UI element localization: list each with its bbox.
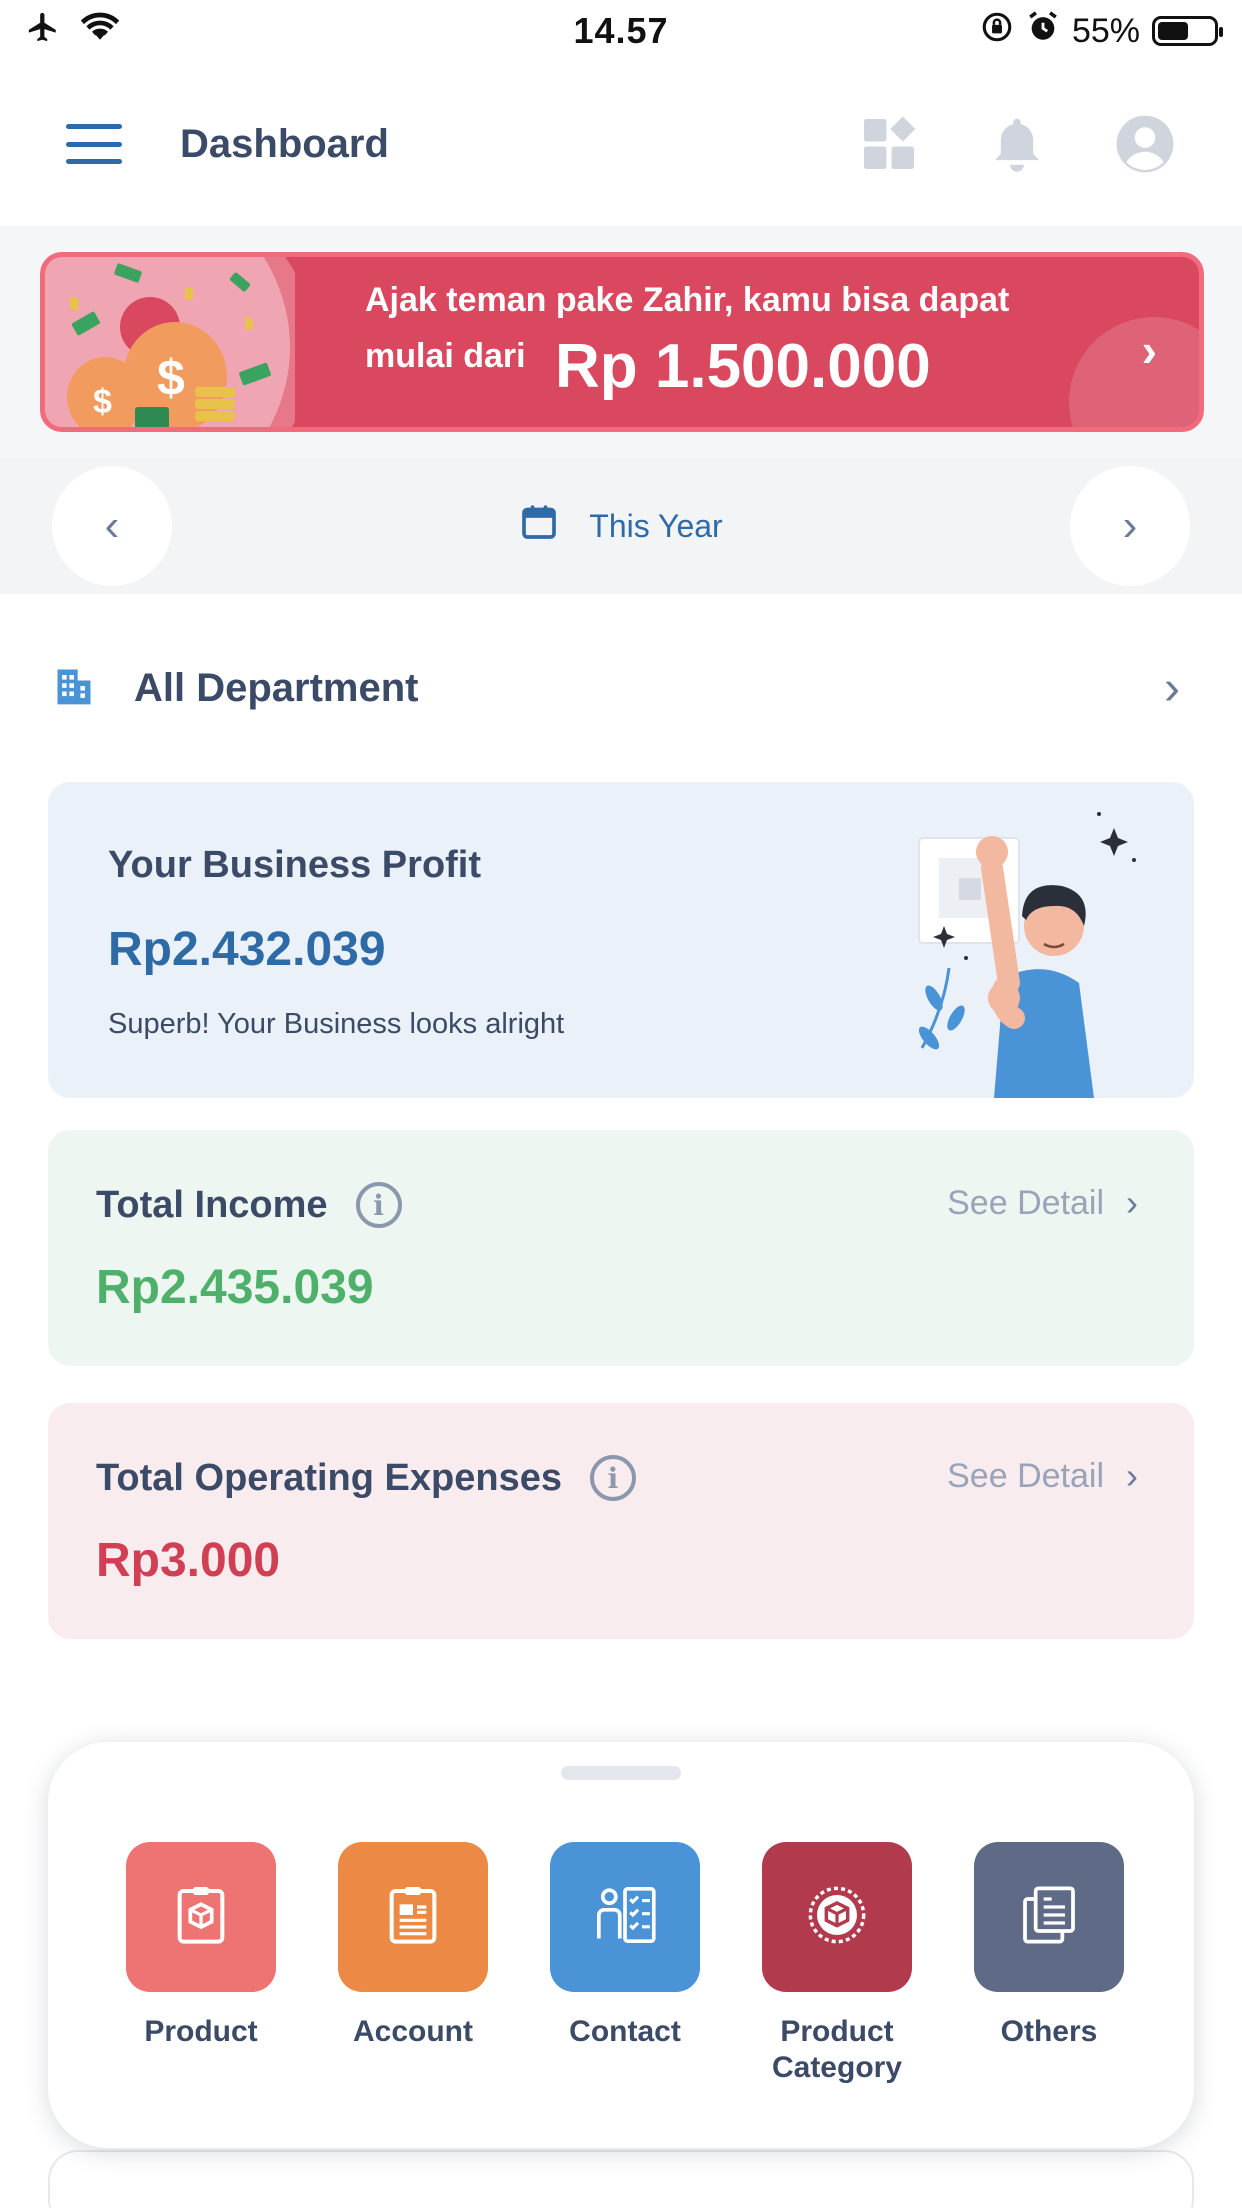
promo-amount: Rp 1.500.000: [555, 332, 931, 401]
celebrating-man-illustration: [904, 808, 1154, 1098]
profit-title: Your Business Profit: [108, 844, 482, 886]
svg-text:$: $: [157, 350, 185, 406]
profile-icon[interactable]: [1114, 113, 1176, 175]
money-bag-illustration: $ $: [45, 257, 315, 427]
business-profit-card: Your Business Profit Rp2.432.039 Superb!…: [48, 782, 1194, 1098]
product-tile[interactable]: [126, 1842, 276, 1992]
promo-banner[interactable]: $ $ Ajak teman pake Zahir, kamu bisa dap…: [40, 252, 1204, 432]
expense-value: Rp3.000: [96, 1534, 281, 1587]
expense-title-row: Total Operating Expenses i: [96, 1455, 636, 1501]
alarm-icon: [1026, 10, 1060, 53]
prev-period-button[interactable]: ‹: [52, 466, 172, 586]
quick-menu-account[interactable]: Account: [338, 1842, 488, 2086]
income-title-row: Total Income i: [96, 1182, 402, 1228]
department-selector[interactable]: All Department ›: [0, 622, 1242, 754]
contact-tile[interactable]: [550, 1842, 700, 1992]
next-period-button[interactable]: ›: [1070, 466, 1190, 586]
income-see-detail-link[interactable]: See Detail ›: [947, 1182, 1138, 1224]
expense-see-detail-link[interactable]: See Detail ›: [947, 1455, 1138, 1497]
chevron-right-icon: ›: [1164, 661, 1180, 715]
period-label: This Year: [589, 507, 723, 544]
battery-fill: [1158, 22, 1188, 40]
promo-decoration: [1069, 317, 1199, 427]
menu-label: Account: [353, 2015, 473, 2048]
period-selector: ‹ This Year ›: [0, 458, 1242, 594]
account-clipboard-icon: [381, 1883, 445, 1952]
quick-menu-others[interactable]: Others: [974, 1842, 1124, 2086]
menu-icon[interactable]: [66, 124, 122, 164]
info-icon[interactable]: i: [355, 1182, 402, 1228]
orientation-lock-icon: [980, 10, 1014, 53]
battery-icon: [1152, 16, 1223, 46]
info-icon[interactable]: i: [589, 1455, 636, 1501]
income-value: Rp2.435.039: [96, 1261, 374, 1314]
menu-label: Product Category: [771, 2015, 903, 2084]
promo-text-line2: mulai dari: [365, 337, 526, 375]
quick-menu-grid: Product Account Contact Product Category…: [126, 1842, 1124, 2086]
menu-label: Contact: [569, 2015, 681, 2048]
account-tile[interactable]: [338, 1842, 488, 1992]
status-time: 14.57: [573, 10, 669, 51]
product-category-tile[interactable]: [762, 1842, 912, 1992]
status-bar: 14.57 55%: [0, 0, 1242, 62]
app-header: Dashboard: [0, 62, 1242, 226]
department-label: All Department: [134, 665, 419, 710]
contact-list-icon: [591, 1883, 659, 1952]
quick-menu-sheet: Product Account Contact Product Category…: [48, 1742, 1194, 2148]
promo-text-line1: Ajak teman pake Zahir, kamu bisa dapat: [365, 281, 1010, 319]
menu-label: Product: [144, 2015, 258, 2048]
chevron-right-icon[interactable]: ›: [1142, 323, 1157, 377]
period-picker[interactable]: This Year: [519, 502, 723, 550]
quick-menu-contact[interactable]: Contact: [550, 1842, 700, 2086]
page-title: Dashboard: [180, 121, 389, 166]
wifi-icon: [80, 10, 120, 52]
secondary-card: [48, 2150, 1194, 2208]
others-documents-icon: [1017, 1883, 1081, 1952]
total-operating-expenses-card[interactable]: Total Operating Expenses i See Detail › …: [48, 1403, 1194, 1639]
drag-handle[interactable]: [561, 1766, 681, 1780]
product-category-icon: [805, 1883, 869, 1952]
quick-menu-product[interactable]: Product: [126, 1842, 276, 2086]
chevron-right-icon: ›: [1126, 1455, 1138, 1496]
widgets-icon[interactable]: [858, 113, 920, 175]
battery-percent: 55%: [1071, 11, 1140, 50]
bell-icon[interactable]: [986, 113, 1048, 175]
others-tile[interactable]: [974, 1842, 1124, 1992]
product-box-icon: [169, 1883, 233, 1952]
quick-menu-product-category[interactable]: Product Category: [762, 1842, 912, 2086]
menu-label: Others: [1000, 2015, 1098, 2048]
see-detail-label: See Detail: [947, 1456, 1104, 1495]
building-icon: [52, 664, 96, 713]
profit-subtitle: Superb! Your Business looks alright: [108, 1008, 565, 1040]
profit-value: Rp2.432.039: [108, 923, 386, 976]
total-income-card[interactable]: Total Income i See Detail › Rp2.435.039: [48, 1130, 1194, 1366]
income-title: Total Income: [96, 1183, 328, 1226]
chevron-right-icon: ›: [1126, 1182, 1138, 1223]
promo-banner-area: $ $ Ajak teman pake Zahir, kamu bisa dap…: [0, 226, 1242, 458]
airplane-icon: [24, 10, 62, 53]
see-detail-label: See Detail: [947, 1183, 1104, 1222]
calendar-icon: [519, 502, 559, 550]
svg-text:$: $: [93, 383, 112, 421]
expense-title: Total Operating Expenses: [96, 1456, 562, 1499]
